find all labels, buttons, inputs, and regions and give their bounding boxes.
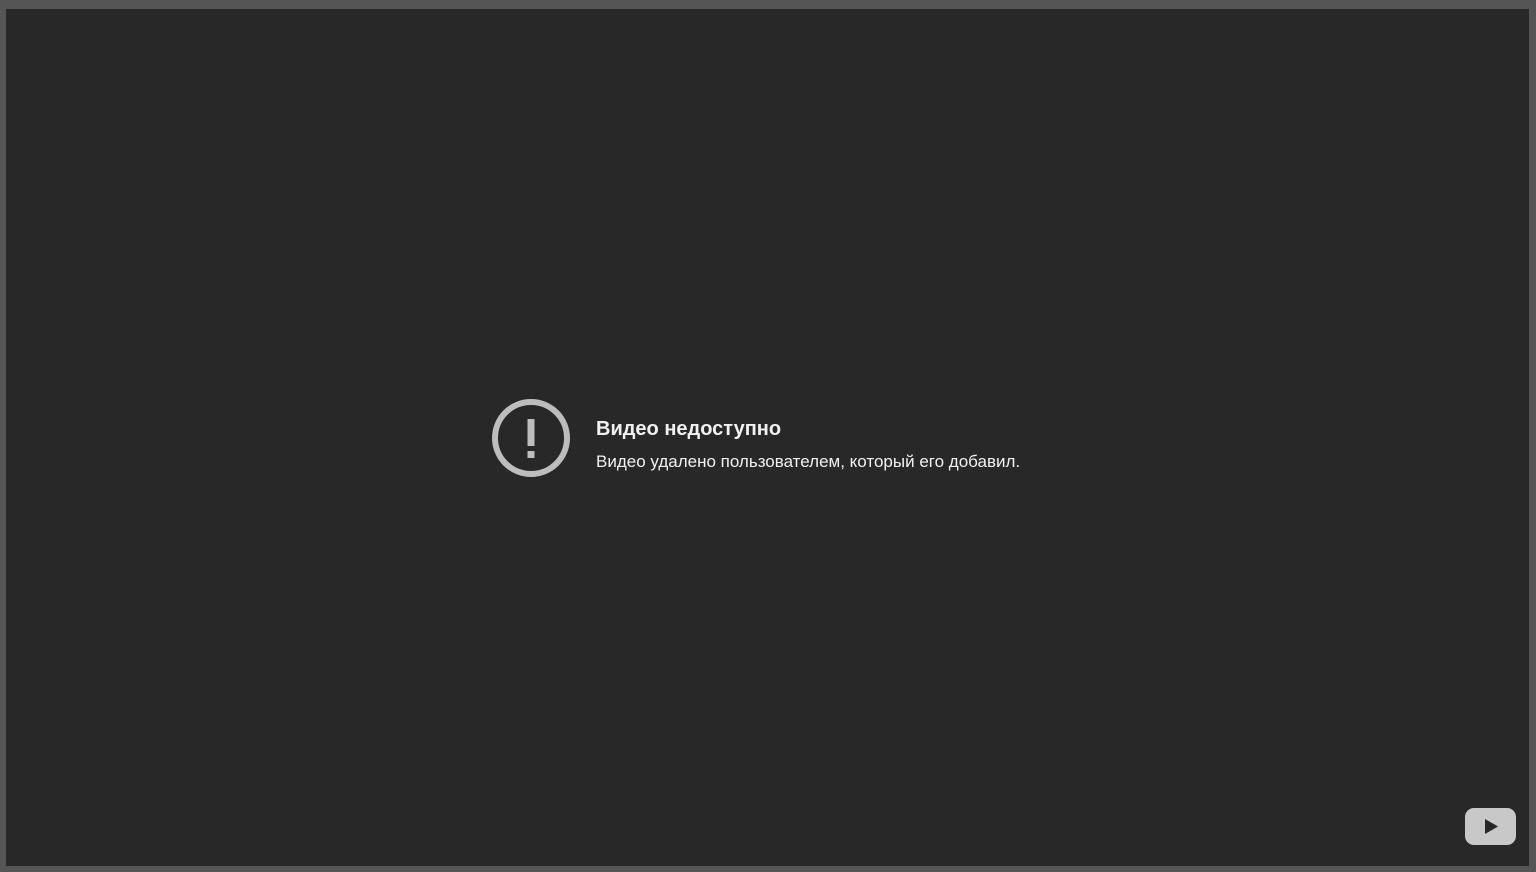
embed-frame: Видео недоступно Видео удалено пользоват… xyxy=(0,0,1536,872)
video-player: Видео недоступно Видео удалено пользоват… xyxy=(6,9,1529,866)
error-message: Видео недоступно Видео удалено пользоват… xyxy=(491,398,1020,478)
error-text: Видео недоступно Видео удалено пользоват… xyxy=(596,398,1020,472)
exclamation-circle-icon xyxy=(491,398,571,478)
youtube-logo-icon[interactable] xyxy=(1465,808,1516,845)
error-title: Видео недоступно xyxy=(596,418,782,440)
error-subtitle: Видео удалено пользователем, который его… xyxy=(596,452,1021,471)
